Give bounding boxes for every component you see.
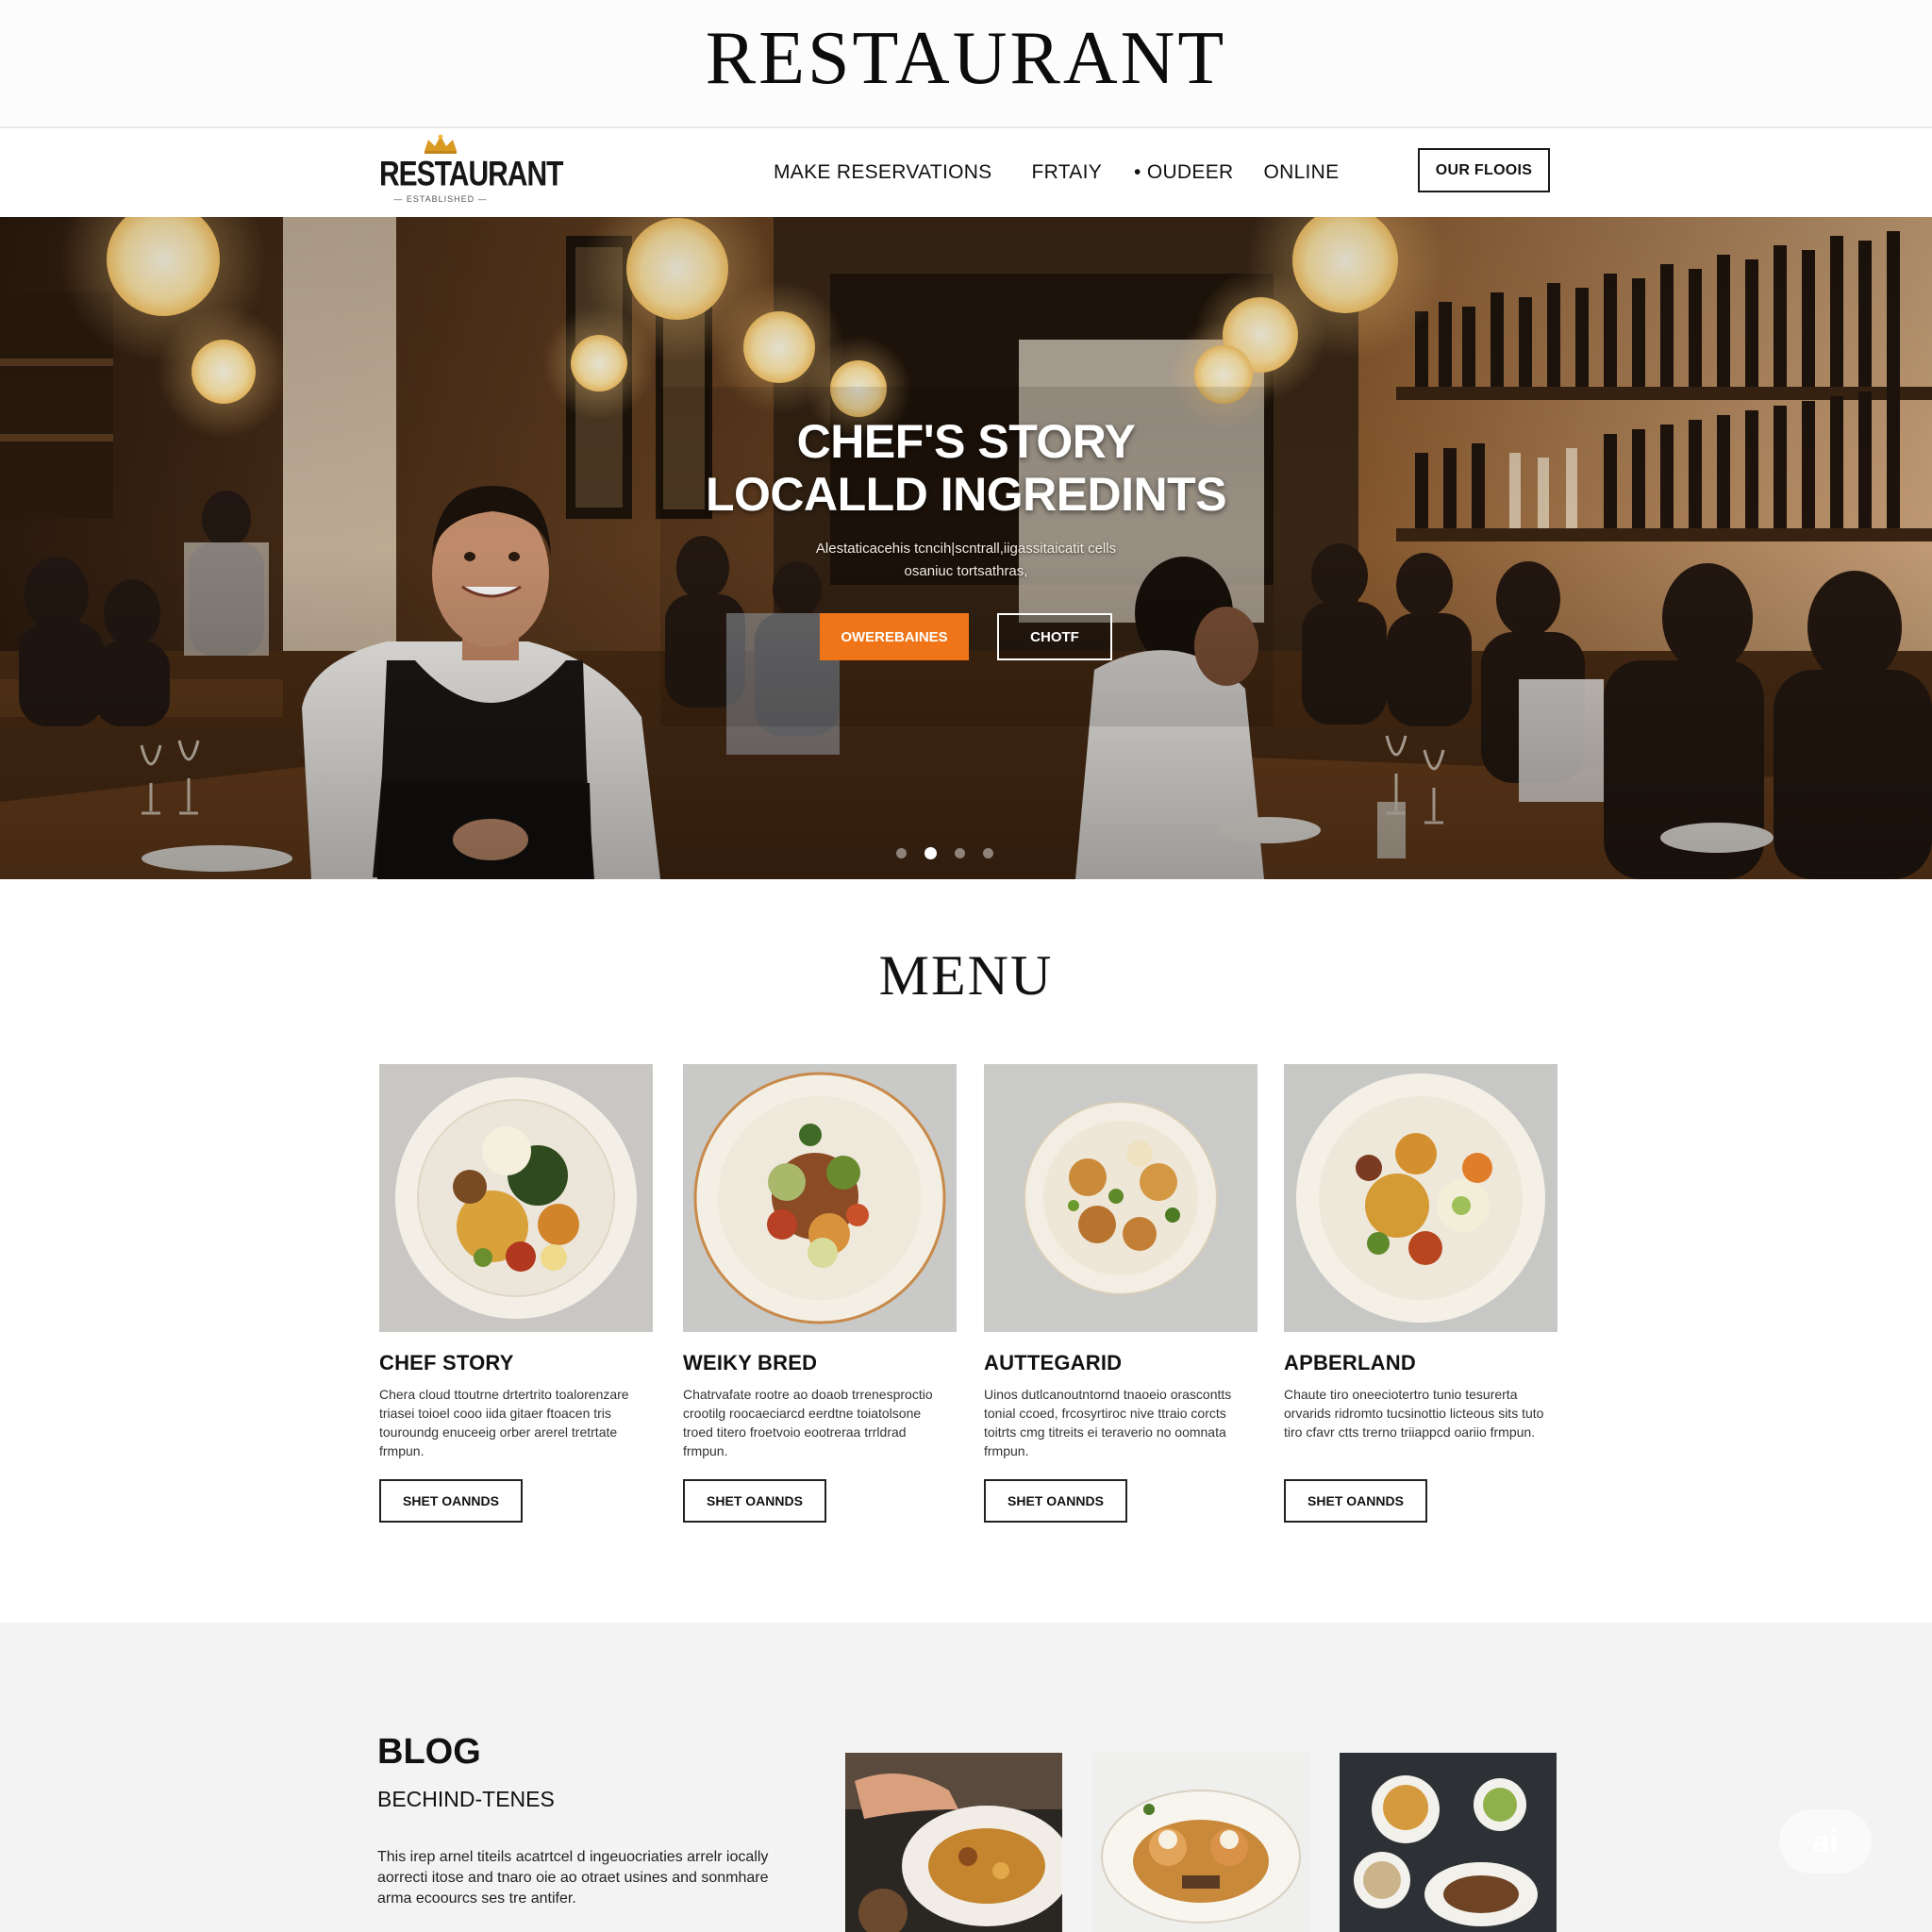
top-banner: RESTAURANT [0,0,1932,126]
menu-item-button[interactable]: SHET OANNDS [984,1479,1127,1523]
menu-card: AUTTEGARID Uinos dutlcanoutntornd tnaoei… [984,1064,1257,1523]
menu-item-description: Chaute tiro oneeciotertro tunio tesurert… [1284,1387,1544,1440]
nav-link-online[interactable]: ONLINE [1263,161,1339,184]
menu-card: CHEF STORY Chera cloud ttoutrne drtertri… [379,1064,653,1523]
hero-buttons: OWEREBAINES CHOTF [0,613,1932,660]
menu-item-button[interactable]: SHET OANNDS [379,1479,523,1523]
blog-subheading: BECHIND-TENES [377,1787,555,1811]
menu-item-name: APBERLAND [1284,1351,1416,1374]
carousel-indicators [896,847,993,859]
logo[interactable]: RESTAURANT — ESTABLISHED — [379,132,563,208]
crown-icon [425,134,457,154]
blog-heading: BLOG [377,1732,481,1772]
blog-post-image[interactable] [1340,1753,1557,1932]
menu-item-name: WEIKY BRED [683,1351,818,1374]
carousel-dot-4[interactable] [983,848,993,858]
logo-wordmark: RESTAURANT [379,155,563,194]
logo-tagline: — ESTABLISHED — [393,194,488,204]
nav-link-frtaiy[interactable]: FRTAIY [1032,161,1103,184]
blog-post-image[interactable] [1092,1753,1309,1932]
blog-section: BLOG BECHIND-TENES This irep arnel titei… [0,1623,1932,1932]
menu-heading: MENU [878,944,1054,1007]
hero-secondary-button[interactable]: CHOTF [997,613,1112,660]
hero-title-line1: CHEF'S STORY [796,415,1136,468]
blog-intro-text: This irep arnel titeils acatrtcel d inge… [377,1849,769,1907]
menu-item-image[interactable] [683,1064,957,1332]
blog-post-image[interactable] [845,1753,1062,1932]
menu-card: WEIKY BRED Chatrvafate rootre ao doaob t… [683,1064,957,1523]
menu-item-name: CHEF STORY [379,1351,514,1374]
menu-item-image[interactable] [984,1064,1257,1332]
menu-item-name: AUTTEGARID [984,1351,1123,1374]
menu-item-description: Chera cloud ttoutrne drtertrito toaloren… [379,1387,629,1458]
menu-card: APBERLAND Chaute tiro oneeciotertro tuni… [1284,1064,1557,1523]
carousel-dot-2[interactable] [924,847,937,859]
hero-primary-button[interactable]: OWEREBAINES [820,613,969,660]
hero-carousel: CHEF'S STORY LOCALLD INGREDINTS Alestati… [0,217,1932,879]
hero-title-line2: LOCALLD INGREDINTS [705,468,1227,521]
hero-content: CHEF'S STORY LOCALLD INGREDINTS Alestati… [0,415,1932,660]
carousel-dot-3[interactable] [955,848,965,858]
site-title: RESTAURANT [705,16,1227,100]
hero-subtitle-line2: osaniuc tortsathras, [904,563,1028,579]
nav-link-make-reservations[interactable]: MAKE RESERVATIONS [774,161,992,184]
menu-item-description: Chatrvafate rootre ao doaob trrenesproct… [683,1387,933,1458]
nav-cta-button[interactable]: OUR FLOOIS [1418,148,1550,192]
ai-watermark: ai [1779,1809,1872,1874]
menu-item-button[interactable]: SHET OANNDS [683,1479,826,1523]
menu-item-image[interactable] [1284,1064,1557,1332]
menu-item-button[interactable]: SHET OANNDS [1284,1479,1427,1523]
menu-item-description: Uinos dutlcanoutntornd tnaoeio orascontt… [984,1387,1232,1458]
nav-links: MAKE RESERVATIONS FRTAIY • OUDEER ONLINE [774,128,1339,217]
carousel-dot-1[interactable] [896,848,907,858]
main-nav: RESTAURANT — ESTABLISHED — MAKE RESERVAT… [0,128,1932,217]
menu-item-image[interactable] [379,1064,653,1332]
nav-link-order[interactable]: • OUDEER [1134,161,1233,184]
hero-subtitle-line1: Alestaticacehis tcncih|scntrall,iigassit… [815,541,1117,557]
